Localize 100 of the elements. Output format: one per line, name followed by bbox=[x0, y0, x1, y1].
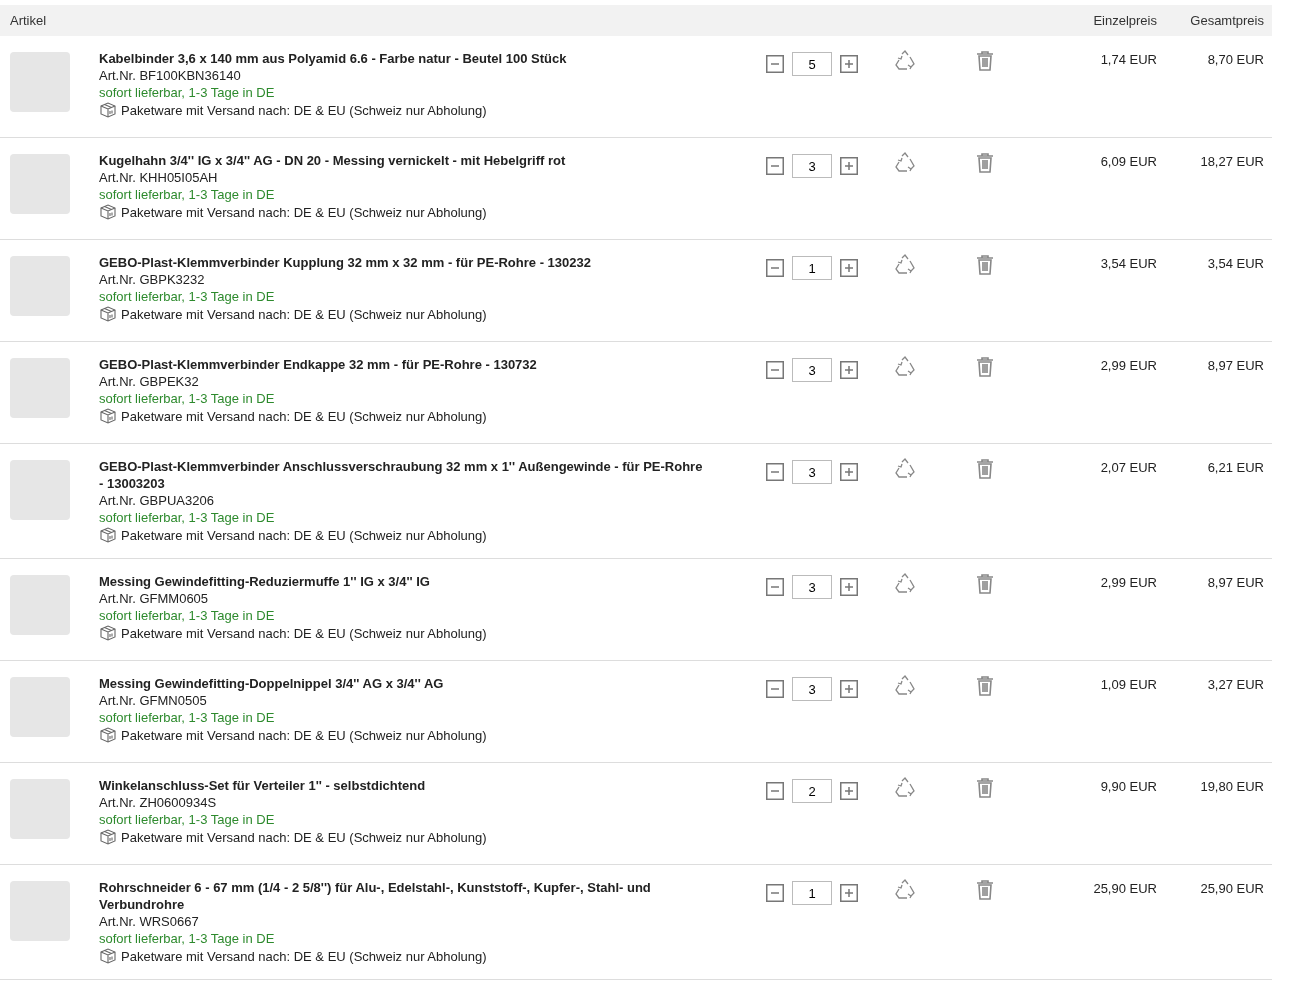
product-title[interactable]: GEBO-Plast-Klemmverbinder Endkappe 32 mm - für PE-Rohre - 130732 bbox=[99, 356, 766, 373]
photo-placeholder bbox=[10, 677, 70, 737]
trash-icon[interactable] bbox=[975, 458, 995, 480]
trash-icon[interactable] bbox=[975, 675, 995, 697]
total-price: 8,97 EUR bbox=[1207, 358, 1264, 373]
quantity-field[interactable]: 1 bbox=[792, 256, 832, 280]
article-number: Art.Nr. ZH0600934S bbox=[99, 794, 218, 811]
recycle-icon[interactable] bbox=[894, 356, 916, 376]
column-header: Artikel bbox=[10, 12, 47, 28]
column-header: Gesamtpreis bbox=[1190, 12, 1264, 28]
increase-button[interactable] bbox=[840, 680, 858, 698]
availability-text: sofort lieferbar, 1-3 Tage in DE bbox=[99, 607, 276, 624]
product-title[interactable]: Winkelanschluss-Set für Verteiler 1'' - selbstdichtend bbox=[99, 777, 766, 794]
shipping-info: Paketware mit Versand nach: DE & EU (Schweiz nur Abholung) bbox=[121, 526, 487, 544]
decrease-button[interactable] bbox=[766, 157, 784, 175]
increase-button[interactable] bbox=[840, 55, 858, 73]
article-number: Art.Nr. WRS0667 bbox=[99, 913, 200, 930]
quantity-field[interactable]: 3 bbox=[792, 677, 832, 701]
photo-placeholder bbox=[10, 575, 70, 635]
article-number: Art.Nr. GFMM0605 bbox=[99, 590, 210, 607]
recycle-icon[interactable] bbox=[894, 50, 916, 70]
increase-button[interactable] bbox=[840, 463, 858, 481]
decrease-button[interactable] bbox=[766, 463, 784, 481]
decrease-button[interactable] bbox=[766, 884, 784, 902]
total-price: 3,27 EUR bbox=[1207, 677, 1264, 692]
total-price: 19,80 EUR bbox=[1200, 779, 1264, 794]
total-price: 6,21 EUR bbox=[1207, 460, 1264, 475]
quantity-field[interactable]: 3 bbox=[792, 358, 832, 382]
decrease-button[interactable] bbox=[766, 578, 784, 596]
product-title[interactable]: Kugelhahn 3/4'' IG x 3/4'' AG - DN 20 - Messing vernickelt - mit Hebelgriff rot bbox=[99, 152, 766, 169]
total-price: 8,97 EUR bbox=[1207, 575, 1264, 590]
article-number: Art.Nr. BF100KBN36140 bbox=[99, 67, 242, 84]
photo-placeholder bbox=[10, 154, 70, 214]
decrease-button[interactable] bbox=[766, 55, 784, 73]
package-icon bbox=[99, 407, 117, 425]
photo-placeholder bbox=[10, 881, 70, 941]
decrease-button[interactable] bbox=[766, 782, 784, 800]
total-price: 18,27 EUR bbox=[1200, 154, 1264, 169]
recycle-icon[interactable] bbox=[894, 152, 916, 172]
shipping-info: Paketware mit Versand nach: DE & EU (Schweiz nur Abholung) bbox=[121, 828, 487, 846]
unit-price: 25,90 EUR bbox=[1093, 881, 1157, 896]
quantity-field[interactable]: 1 bbox=[792, 881, 832, 905]
product-title[interactable]: GEBO-Plast-Klemmverbinder Kupplung 32 mm x 32 mm - für PE-Rohre - 130232 bbox=[99, 254, 766, 271]
recycle-icon[interactable] bbox=[894, 254, 916, 274]
quantity-field[interactable]: 3 bbox=[792, 575, 832, 599]
increase-button[interactable] bbox=[840, 259, 858, 277]
package-icon bbox=[99, 947, 117, 965]
trash-icon[interactable] bbox=[975, 573, 995, 595]
article-number: Art.Nr. GBPEK32 bbox=[99, 373, 200, 390]
article-number: Art.Nr. GBPK3232 bbox=[99, 271, 206, 288]
article-number: Art.Nr. GFMN0505 bbox=[99, 692, 208, 709]
trash-icon[interactable] bbox=[975, 50, 995, 72]
product-title[interactable]: GEBO-Plast-Klemmverbinder Anschlussverschraubung 32 mm x 1'' Außengewinde - für PE-Rohre - 13003203 bbox=[99, 458, 766, 492]
increase-button[interactable] bbox=[840, 578, 858, 596]
product-title[interactable]: Messing Gewindefitting-Reduziermuffe 1'' IG x 3/4'' IG bbox=[99, 573, 766, 590]
recycle-icon[interactable] bbox=[894, 675, 916, 695]
unit-price: 2,99 EUR bbox=[1100, 358, 1157, 373]
trash-icon[interactable] bbox=[975, 777, 995, 799]
increase-button[interactable] bbox=[840, 157, 858, 175]
shipping-info: Paketware mit Versand nach: DE & EU (Schweiz nur Abholung) bbox=[121, 305, 487, 323]
availability-text: sofort lieferbar, 1-3 Tage in DE bbox=[99, 930, 276, 947]
trash-icon[interactable] bbox=[975, 152, 995, 174]
package-icon bbox=[99, 305, 117, 323]
decrease-button[interactable] bbox=[766, 361, 784, 379]
recycle-icon[interactable] bbox=[894, 458, 916, 478]
photo-placeholder bbox=[10, 358, 70, 418]
shipping-info: Paketware mit Versand nach: DE & EU (Schweiz nur Abholung) bbox=[121, 203, 487, 221]
package-icon bbox=[99, 624, 117, 642]
increase-button[interactable] bbox=[840, 884, 858, 902]
product-title[interactable]: Rohrschneider 6 - 67 mm (1/4 - 2 5/8'') für Alu-, Edelstahl-, Kunststoff-, Kupfer-, Stahl- und Verbundrohre bbox=[99, 879, 766, 913]
availability-text: sofort lieferbar, 1-3 Tage in DE bbox=[99, 390, 276, 407]
shipping-info: Paketware mit Versand nach: DE & EU (Schweiz nur Abholung) bbox=[121, 947, 487, 965]
trash-icon[interactable] bbox=[975, 356, 995, 378]
total-price: 25,90 EUR bbox=[1200, 881, 1264, 896]
availability-text: sofort lieferbar, 1-3 Tage in DE bbox=[99, 509, 276, 526]
photo-placeholder bbox=[10, 52, 70, 112]
decrease-button[interactable] bbox=[766, 680, 784, 698]
availability-text: sofort lieferbar, 1-3 Tage in DE bbox=[99, 84, 276, 101]
quantity-field[interactable]: 5 bbox=[792, 52, 832, 76]
recycle-icon[interactable] bbox=[894, 573, 916, 593]
quantity-field[interactable]: 3 bbox=[792, 154, 832, 178]
total-price: 3,54 EUR bbox=[1207, 256, 1264, 271]
increase-button[interactable] bbox=[840, 782, 858, 800]
column-header: Einzelpreis bbox=[1093, 12, 1157, 28]
quantity-field[interactable]: 3 bbox=[792, 460, 832, 484]
availability-text: sofort lieferbar, 1-3 Tage in DE bbox=[99, 288, 276, 305]
decrease-button[interactable] bbox=[766, 259, 784, 277]
trash-icon[interactable] bbox=[975, 254, 995, 276]
unit-price: 1,09 EUR bbox=[1100, 677, 1157, 692]
shipping-info: Paketware mit Versand nach: DE & EU (Schweiz nur Abholung) bbox=[121, 624, 487, 642]
recycle-icon[interactable] bbox=[894, 879, 916, 899]
unit-price: 2,99 EUR bbox=[1100, 575, 1157, 590]
availability-text: sofort lieferbar, 1-3 Tage in DE bbox=[99, 186, 276, 203]
product-title[interactable]: Kabelbinder 3,6 x 140 mm aus Polyamid 6.6 - Farbe natur - Beutel 100 Stück bbox=[99, 50, 766, 67]
increase-button[interactable] bbox=[840, 361, 858, 379]
package-icon bbox=[99, 526, 117, 544]
trash-icon[interactable] bbox=[975, 879, 995, 901]
recycle-icon[interactable] bbox=[894, 777, 916, 797]
quantity-field[interactable]: 2 bbox=[792, 779, 832, 803]
product-title[interactable]: Messing Gewindefitting-Doppelnippel 3/4'' AG x 3/4'' AG bbox=[99, 675, 766, 692]
